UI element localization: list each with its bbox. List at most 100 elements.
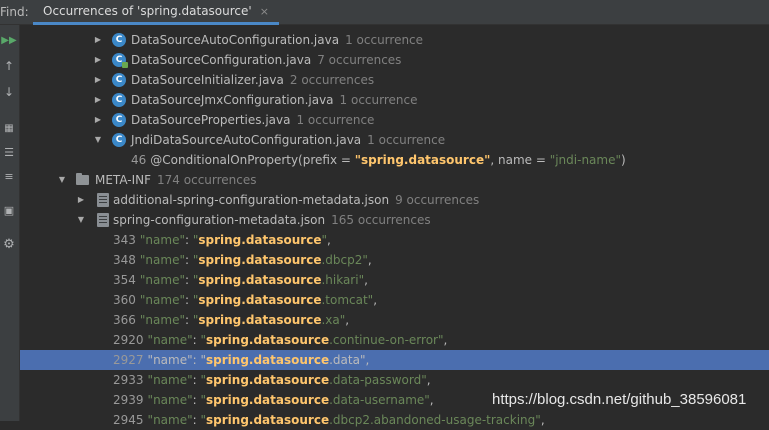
json-key: "name" <box>139 293 185 307</box>
code-string: "jndi-name" <box>549 153 621 167</box>
tree-node-file[interactable]: ▶ additional-spring-configuration-metada… <box>20 190 769 210</box>
line-number: 360 <box>113 293 136 307</box>
class-file-name: DataSourceInitializer.java <box>131 73 284 87</box>
json-comma: , <box>345 313 350 327</box>
chevron-right-icon[interactable]: ▶ <box>93 30 103 50</box>
find-toolbar: Find: Occurrences of 'spring.datasource'… <box>0 0 769 25</box>
tab-occurrences[interactable]: Occurrences of 'spring.datasource' × <box>33 0 279 25</box>
occurrence-line[interactable]: 2920 "name": "spring.datasource.continue-… <box>20 330 769 350</box>
group-icon[interactable]: ▦ <box>0 119 18 137</box>
directory-name: META-INF <box>95 173 152 187</box>
occurrence-line[interactable]: 348 "name": "spring.datasource.dbcp2", <box>20 250 769 270</box>
line-number: 2939 <box>113 393 144 407</box>
file-name: additional-spring-configuration-metadata… <box>113 193 390 207</box>
json-key: "name" <box>147 333 193 347</box>
watermark: https://blog.csdn.net/github_38596081 <box>492 391 747 408</box>
class-file-name: DataSourceConfiguration.java <box>131 53 312 67</box>
occurrence-count: 7 occurrences <box>317 53 402 67</box>
class-icon: C <box>112 73 126 87</box>
occurrence-line[interactable]: 2933 "name": "spring.datasource.data-pass… <box>20 370 769 390</box>
previous-occurrence-icon[interactable]: ↑ <box>0 57 18 75</box>
match-suffix: .data-password <box>329 373 422 387</box>
json-key: "name" <box>139 273 185 287</box>
occurrence-count: 1 occurrence <box>367 133 446 147</box>
occurrence-count: 165 occurrences <box>331 213 431 227</box>
match-suffix: .dbcp2.abandoned-usage-tracking <box>329 413 536 427</box>
class-icon: C <box>112 133 126 147</box>
json-key: "name" <box>147 413 193 427</box>
match-suffix: .dbcp2 <box>321 253 363 267</box>
class-file-name: JndiDataSourceAutoConfiguration.java <box>131 133 362 147</box>
json-comma: , <box>443 333 448 347</box>
line-number: 46 <box>131 153 147 167</box>
occurrence-line[interactable]: 360 "name": "spring.datasource.tomcat", <box>20 290 769 310</box>
tree-node-class[interactable]: ▼ C JndiDataSourceAutoConfiguration.java… <box>20 130 769 150</box>
json-key: "name" <box>147 353 193 367</box>
chevron-down-icon[interactable]: ▼ <box>57 170 67 190</box>
match-suffix: .continue-on-error <box>329 333 438 347</box>
close-icon[interactable]: × <box>260 5 269 18</box>
occurrence-count: 2 occurrences <box>289 73 375 87</box>
json-file-icon <box>97 213 109 227</box>
occurrence-count: 1 occurrence <box>345 33 424 47</box>
json-comma: , <box>429 393 434 407</box>
chevron-right-icon[interactable]: ▶ <box>93 110 103 130</box>
line-number: 366 <box>113 313 136 327</box>
occurrence-count: 1 occurrence <box>339 93 418 107</box>
class-file-name: DataSourceJmxConfiguration.java <box>131 93 334 107</box>
tree-node-class[interactable]: ▶ C DataSourceJmxConfiguration.java 1 occ… <box>20 90 769 110</box>
chevron-right-icon[interactable]: ▶ <box>93 70 103 90</box>
settings-icon[interactable]: ⚙ <box>0 235 18 253</box>
chevron-right-icon[interactable]: ▶ <box>93 90 103 110</box>
match-suffix: .data-username <box>329 393 425 407</box>
tree-node-class[interactable]: ▶ C DataSourceAutoConfiguration.java 1 oc… <box>20 30 769 50</box>
chevron-right-icon[interactable]: ▶ <box>93 50 103 70</box>
tree-node-directory[interactable]: ▼ META-INF 174 occurrences <box>20 170 769 190</box>
occurrence-line[interactable]: 2945 "name": "spring.datasource.dbcp2.aba… <box>20 410 769 430</box>
expand-all-icon[interactable]: ☰ <box>0 143 18 161</box>
class-file-name: DataSourceProperties.java <box>131 113 291 127</box>
tree-node-class[interactable]: ▶ C DataSourceInitializer.java 2 occurren… <box>20 70 769 90</box>
occurrence-line[interactable]: 354 "name": "spring.datasource.hikari", <box>20 270 769 290</box>
json-comma: , <box>373 293 378 307</box>
preview-icon[interactable]: ▣ <box>0 201 18 219</box>
tree-node-class[interactable]: ▶ C DataSourceProperties.java 1 occurrenc… <box>20 110 769 130</box>
occurrence-count: 174 occurrences <box>157 173 257 187</box>
find-sidebar: ▶▶ ↑ ↓ ▦ ☰ ≡ ▣ ⚙ <box>0 25 20 421</box>
chevron-right-icon[interactable]: ▶ <box>76 190 86 210</box>
json-comma: , <box>540 413 545 427</box>
class-icon: C <box>112 93 126 107</box>
json-comma: , <box>367 253 372 267</box>
json-comma: , <box>364 273 368 287</box>
file-name: spring-configuration-metadata.json <box>113 213 326 227</box>
tab-title: Occurrences of 'spring.datasource' <box>43 4 252 18</box>
match-suffix: .xa <box>321 313 340 327</box>
line-number: 348 <box>113 253 136 267</box>
line-number: 2920 <box>113 333 144 347</box>
code-end: ) <box>621 153 626 167</box>
match-highlight: "spring.datasource" <box>354 153 491 167</box>
json-separator: : <box>184 273 193 287</box>
json-comma: , <box>365 353 370 367</box>
line-number: 2945 <box>113 413 144 427</box>
next-occurrence-icon[interactable]: ↓ <box>0 83 18 101</box>
chevron-down-icon[interactable]: ▼ <box>93 130 103 150</box>
json-key: "name" <box>139 313 185 327</box>
rerun-icon[interactable]: ▶▶ <box>0 31 18 49</box>
occurrence-line[interactable]: 343 "name": "spring.datasource", <box>20 230 769 250</box>
match-highlight: spring.datasource <box>206 393 330 407</box>
chevron-down-icon[interactable]: ▼ <box>76 210 86 230</box>
occurrence-line[interactable]: 366 "name": "spring.datasource.xa", <box>20 310 769 330</box>
tree-node-class[interactable]: ▶ C DataSourceConfiguration.java 7 occurr… <box>20 50 769 70</box>
json-comma: , <box>326 233 331 247</box>
occurrence-line[interactable]: 46 @ConditionalOnProperty(prefix = "sprin… <box>20 150 769 170</box>
class-icon: C <box>112 53 128 68</box>
match-suffix: .tomcat <box>321 293 368 307</box>
occurrence-line-selected[interactable]: 2927 "name": "spring.datasource.data", <box>20 350 769 370</box>
match-highlight: spring.datasource <box>198 293 322 307</box>
json-separator: : <box>184 313 193 327</box>
tree-node-file[interactable]: ▼ spring-configuration-metadata.json 165 … <box>20 210 769 230</box>
line-number: 343 <box>113 233 136 247</box>
match-suffix: .hikari <box>321 273 359 287</box>
collapse-all-icon[interactable]: ≡ <box>0 167 18 185</box>
